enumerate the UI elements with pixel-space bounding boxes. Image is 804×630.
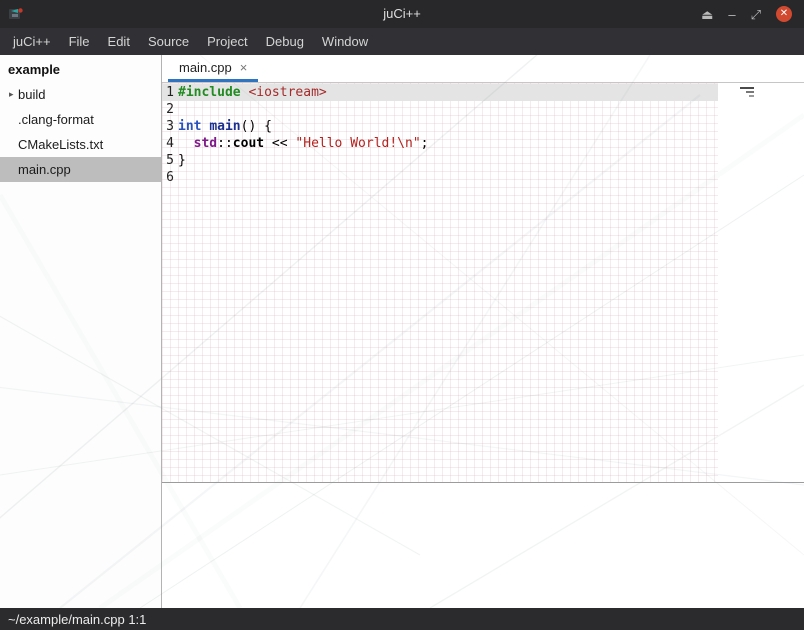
code-editor[interactable]: 1#include <iostream>23int main() {4 std:… bbox=[162, 83, 804, 482]
token-ns: std bbox=[194, 136, 217, 151]
file-tree-root[interactable]: example bbox=[0, 55, 161, 82]
output-panel[interactable] bbox=[162, 482, 804, 608]
tree-item-build[interactable]: ▸build bbox=[0, 82, 161, 107]
token-plain: :: bbox=[217, 136, 233, 151]
line-number: 6 bbox=[162, 169, 178, 186]
tab-label: main.cpp bbox=[179, 60, 232, 75]
statusbar-file-position: ~/example/main.cpp 1:1 bbox=[8, 612, 146, 627]
code-text: #include <iostream> bbox=[178, 84, 327, 101]
menu-item-edit[interactable]: Edit bbox=[99, 28, 139, 55]
file-tree-items: ▸build .clang-format CMakeLists.txt main.cp… bbox=[0, 82, 161, 182]
app-window: juCi++ ⏏ – ⤢ ✕ juCi++FileEditSourceProje… bbox=[0, 0, 804, 630]
scroll-overview[interactable] bbox=[740, 87, 754, 97]
code-line-1[interactable]: 1#include <iostream> bbox=[162, 84, 718, 101]
token-preproc: #include bbox=[178, 85, 241, 100]
code-line-2[interactable]: 2 bbox=[162, 101, 718, 118]
code-line-3[interactable]: 3int main() { bbox=[162, 118, 718, 135]
code-text: int main() { bbox=[178, 118, 272, 135]
titlebar[interactable]: juCi++ ⏏ – ⤢ ✕ bbox=[0, 0, 804, 28]
token-member: cout bbox=[233, 136, 264, 151]
line-number: 1 bbox=[162, 84, 178, 101]
tab-main-cpp[interactable]: main.cpp × bbox=[168, 55, 258, 82]
menu-item-file[interactable]: File bbox=[60, 28, 99, 55]
menu-item-window[interactable]: Window bbox=[313, 28, 377, 55]
close-button[interactable]: ✕ bbox=[776, 6, 792, 22]
menu-item-project[interactable]: Project bbox=[198, 28, 256, 55]
line-number: 2 bbox=[162, 101, 178, 118]
tab-bar: main.cpp × bbox=[162, 55, 804, 83]
expander-icon[interactable]: ▸ bbox=[0, 89, 18, 100]
token-plain bbox=[178, 136, 194, 151]
token-plain: () { bbox=[241, 119, 272, 134]
code-line-4[interactable]: 4 std::cout << "Hello World!\n"; bbox=[162, 135, 718, 152]
main-panel: main.cpp × 1#include <iostream>23int mai… bbox=[162, 55, 804, 608]
menu-item-debug[interactable]: Debug bbox=[257, 28, 313, 55]
line-number: 3 bbox=[162, 118, 178, 135]
editor-right-margin bbox=[718, 83, 804, 482]
content-area: example ▸build .clang-format CMakeLists.tx… bbox=[0, 55, 804, 608]
menu-item-source[interactable]: Source bbox=[139, 28, 198, 55]
tree-item-label: main.cpp bbox=[18, 162, 71, 177]
token-plain: << bbox=[264, 136, 295, 151]
tree-item-cmakelists-txt[interactable]: CMakeLists.txt bbox=[0, 132, 161, 157]
token-plain: ; bbox=[421, 136, 429, 151]
token-func: main bbox=[209, 119, 240, 134]
tree-item-main-cpp[interactable]: main.cpp bbox=[0, 157, 161, 182]
tree-item-label: .clang-format bbox=[18, 112, 94, 127]
tree-item-label: CMakeLists.txt bbox=[18, 137, 103, 152]
menubar: juCi++FileEditSourceProjectDebugWindow bbox=[0, 28, 804, 55]
maximize-button[interactable]: ⤢ bbox=[751, 8, 761, 21]
line-number: 4 bbox=[162, 135, 178, 152]
token-incpath: <iostream> bbox=[248, 85, 326, 100]
statusbar: ~/example/main.cpp 1:1 bbox=[0, 608, 804, 630]
tree-item-label: build bbox=[18, 87, 45, 102]
menu-item-juci[interactable]: juCi++ bbox=[4, 28, 60, 55]
file-tree-panel: example ▸build .clang-format CMakeLists.tx… bbox=[0, 55, 162, 608]
minimize-button[interactable]: – bbox=[728, 8, 735, 21]
window-title: juCi++ bbox=[0, 0, 804, 28]
code-text: } bbox=[178, 152, 186, 169]
code-area[interactable]: 1#include <iostream>23int main() {4 std:… bbox=[162, 83, 718, 482]
code-line-6[interactable]: 6 bbox=[162, 169, 718, 186]
line-number: 5 bbox=[162, 152, 178, 169]
tree-item--clang-format[interactable]: .clang-format bbox=[0, 107, 161, 132]
code-line-5[interactable]: 5} bbox=[162, 152, 718, 169]
window-controls: ⏏ – ⤢ ✕ bbox=[701, 0, 792, 28]
token-string: "Hello World!\n" bbox=[295, 136, 420, 151]
token-plain: } bbox=[178, 153, 186, 168]
shade-button[interactable]: ⏏ bbox=[701, 8, 713, 21]
tab-close-icon[interactable]: × bbox=[240, 60, 248, 75]
code-text: std::cout << "Hello World!\n"; bbox=[178, 135, 428, 152]
token-keyword: int bbox=[178, 119, 201, 134]
